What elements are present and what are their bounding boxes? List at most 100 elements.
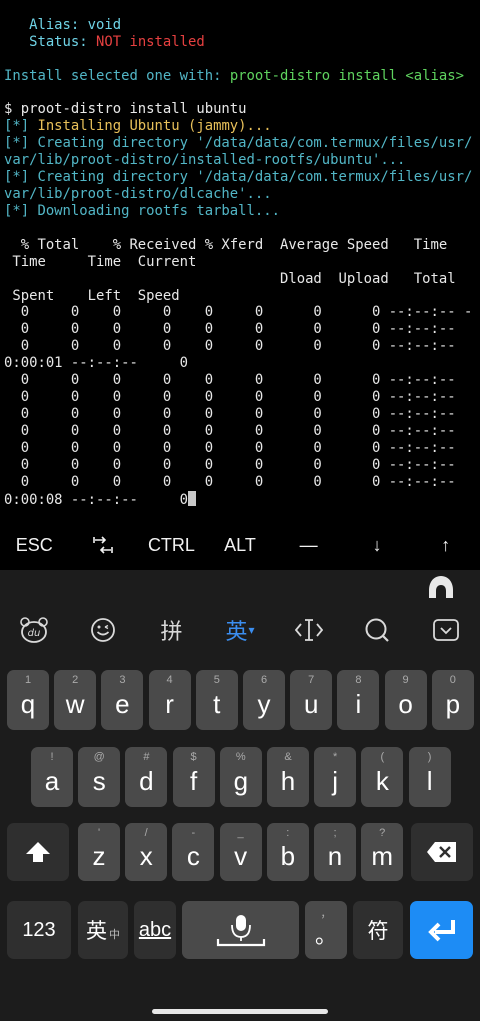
home-indicator[interactable] xyxy=(152,1009,328,1014)
key-hint: & xyxy=(284,751,292,763)
abc-key[interactable]: abc xyxy=(134,901,176,959)
key-label: d xyxy=(139,765,154,796)
english-mode-button[interactable]: 英 ▾ xyxy=(206,604,275,656)
key-w[interactable]: 2w xyxy=(54,670,97,730)
key-j[interactable]: * j xyxy=(314,747,357,807)
key-x[interactable]: / x xyxy=(125,823,168,881)
key-label: g xyxy=(233,765,249,796)
key-s[interactable]: @ s xyxy=(78,747,121,807)
progress-row: 0 0 0 0 0 0 0 0 --:--:-- xyxy=(4,338,456,354)
key-hint: : xyxy=(286,827,290,839)
enter-icon xyxy=(427,920,455,942)
assistant-icon[interactable] xyxy=(428,575,454,599)
key-f[interactable]: $ f xyxy=(172,747,215,807)
key-label: q xyxy=(20,688,36,719)
key-label: b xyxy=(280,840,296,871)
key-z[interactable]: ' z xyxy=(78,823,120,881)
search-icon[interactable] xyxy=(343,604,412,656)
progress-row: 0 0 0 0 0 0 0 0 --:--:-- xyxy=(4,321,456,337)
message-installing: [*] Installing Ubuntu (jammy)... xyxy=(4,118,272,134)
key-q[interactable]: 1q xyxy=(7,670,49,730)
message-downloading: [*] Downloading rootfs tarball... xyxy=(4,203,280,219)
alt-key[interactable]: ALT xyxy=(206,520,275,570)
key-label: a xyxy=(44,765,60,796)
key-n[interactable]: ; n xyxy=(314,823,356,881)
terminal-cursor xyxy=(187,491,196,506)
symbol-key[interactable]: 符 xyxy=(353,901,403,959)
shift-key[interactable] xyxy=(7,823,69,881)
message-create-dir-1b: var/lib/proot-distro/installed-rootfs/ub… xyxy=(4,152,406,168)
enter-key[interactable] xyxy=(410,901,473,959)
key-y[interactable]: 6y xyxy=(243,670,285,730)
key-hint: ; xyxy=(333,827,337,839)
message-create-dir-1a: [*] Creating directory '/data/data/com.t… xyxy=(4,135,473,151)
key-hint: 9 xyxy=(402,674,409,686)
tab-key[interactable] xyxy=(69,520,138,570)
key-m[interactable]: ? m xyxy=(361,823,404,881)
key-t[interactable]: 5t xyxy=(195,670,238,730)
number-mode-key[interactable]: 123 xyxy=(7,901,71,959)
key-b[interactable]: :b xyxy=(266,823,309,881)
alias-line: Alias: void xyxy=(4,17,122,33)
terminal-output[interactable]: Alias: void Status: NOT installed Instal… xyxy=(0,0,480,520)
key-label: r xyxy=(165,688,174,719)
hide-keyboard-icon[interactable] xyxy=(411,604,480,656)
key-hint: # xyxy=(143,751,150,763)
key-l[interactable]: ) l xyxy=(408,747,451,807)
key-k[interactable]: (k xyxy=(361,747,404,807)
key-label: w xyxy=(65,688,85,719)
pinyin-mode-button[interactable]: 拼 xyxy=(137,604,206,656)
key-r[interactable]: 4r xyxy=(148,670,191,730)
key-v[interactable]: _ v xyxy=(219,823,262,881)
down-arrow-key[interactable]: ↓ xyxy=(343,520,412,570)
key-hint: ) xyxy=(427,751,432,763)
key-hint: % xyxy=(235,751,246,763)
ctrl-key[interactable]: CTRL xyxy=(137,520,206,570)
progress-row: 0 0 0 0 0 0 0 0 --:--:-- xyxy=(4,440,456,456)
key-c[interactable]: -c xyxy=(172,823,215,881)
key-hint: 3 xyxy=(119,674,126,686)
baidu-bear-icon[interactable]: du xyxy=(0,604,69,656)
cursor-move-icon[interactable] xyxy=(274,604,343,656)
command-line: $ proot-distro install ubuntu xyxy=(4,101,247,117)
key-label: j xyxy=(332,765,339,796)
key-u[interactable]: 7u xyxy=(290,670,333,730)
key-label: l xyxy=(426,765,433,796)
curl-header-1: % Total % Received % Xferd Average Speed… xyxy=(4,237,448,253)
space-key[interactable] xyxy=(182,901,299,959)
language-switch-key[interactable]: 英中 xyxy=(78,901,128,959)
key-label: k xyxy=(375,765,389,796)
progress-row: 0:00:01 --:--:-- 0 xyxy=(4,355,188,371)
key-label: i xyxy=(355,688,362,719)
progress-row: 0 0 0 0 0 0 0 0 --:--:-- xyxy=(4,457,456,473)
key-i[interactable]: 8i xyxy=(337,670,380,730)
up-arrow-key[interactable]: ↑ xyxy=(411,520,480,570)
progress-row: 0 0 0 0 0 0 0 0 --:--:-- - xyxy=(4,304,473,320)
key-p[interactable]: 0p xyxy=(431,670,474,730)
key-e[interactable]: 3e xyxy=(101,670,144,730)
key-a[interactable]: ! a xyxy=(31,747,73,807)
english-mode-dropdown-icon: ▾ xyxy=(248,623,255,637)
key-d[interactable]: # d xyxy=(125,747,168,807)
tab-icon xyxy=(93,536,113,554)
status-value: NOT installed xyxy=(96,34,205,50)
key-label: m xyxy=(371,840,394,871)
curl-header-2: Time Time Current xyxy=(4,254,197,270)
install-hint-line: Install selected one with: proot-distro … xyxy=(4,68,464,84)
dash-key[interactable]: — xyxy=(274,520,343,570)
key-hint: 0 xyxy=(449,674,456,686)
key-h[interactable]: & h xyxy=(267,747,309,807)
key-o[interactable]: 9o xyxy=(384,670,427,730)
key-hint: / xyxy=(144,827,148,839)
key-g[interactable]: % g xyxy=(219,747,262,807)
key-label: h xyxy=(280,765,296,796)
key-label: o xyxy=(398,688,413,719)
punctuation-key[interactable]: ，。 xyxy=(305,901,347,959)
emoji-icon[interactable] xyxy=(69,604,138,656)
esc-key[interactable]: ESC xyxy=(0,520,69,570)
ime-toolbar: du 拼 英 ▾ xyxy=(0,604,480,656)
key-label: e xyxy=(115,688,130,719)
curl-header-4: Spent Left Speed xyxy=(4,288,180,304)
backspace-key[interactable] xyxy=(411,823,473,881)
key-hint: ( xyxy=(380,751,385,763)
